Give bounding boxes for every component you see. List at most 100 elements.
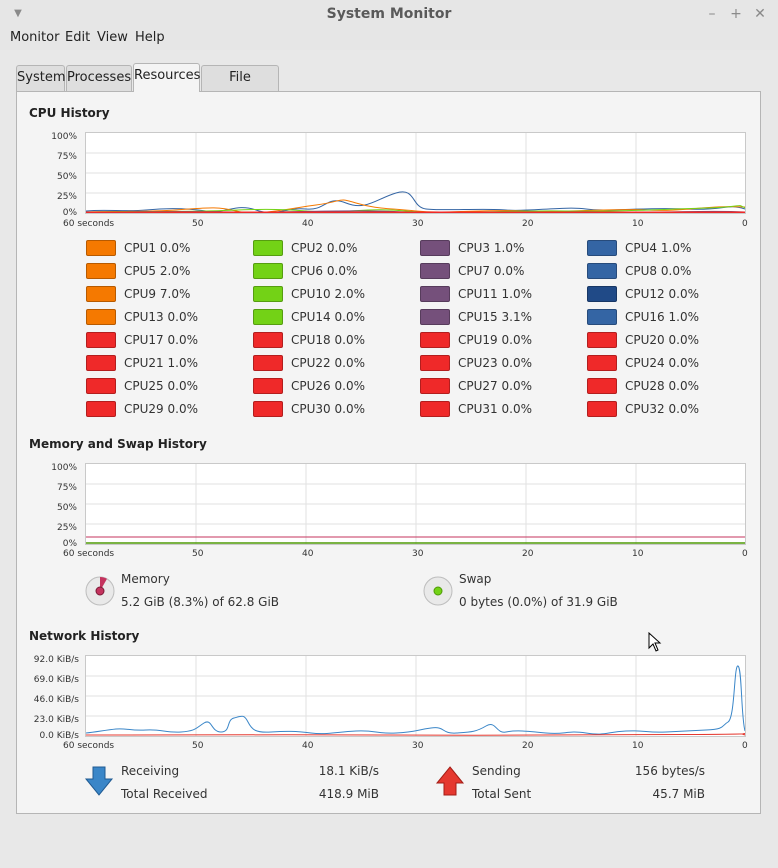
memory-y-label: 75% [56, 483, 77, 493]
cpu-x-label: 0 [742, 219, 748, 229]
cpu-value: 0.0% [668, 356, 700, 370]
cpu-name: CPU4 [625, 241, 658, 255]
cpu-name: CPU31 [458, 402, 498, 416]
cpu-usage-label: CPU23 0.0% [458, 356, 532, 370]
cpu-color-swatch[interactable] [587, 240, 617, 256]
cpu-usage-label: CPU32 0.0% [625, 402, 699, 416]
cpu-color-swatch[interactable] [420, 332, 450, 348]
cpu-color-swatch[interactable] [86, 332, 116, 348]
cpu-name: CPU32 [625, 402, 665, 416]
cpu-usage-label: CPU6 0.0% [291, 264, 357, 278]
network-x-label: 10 [632, 741, 644, 751]
cpu-color-swatch[interactable] [86, 401, 116, 417]
cpu-name: CPU18 [291, 333, 331, 347]
cpu-color-swatch[interactable] [587, 286, 617, 302]
cpu-color-swatch[interactable] [420, 286, 450, 302]
cpu-color-swatch[interactable] [587, 401, 617, 417]
cpu-color-swatch[interactable] [420, 401, 450, 417]
cpu-color-swatch[interactable] [86, 240, 116, 256]
cpu-color-swatch[interactable] [587, 332, 617, 348]
cpu-color-swatch[interactable] [587, 355, 617, 371]
swap-pie-icon[interactable] [422, 575, 454, 607]
cpu-name: CPU11 [458, 287, 498, 301]
menu-help[interactable]: Help [133, 30, 167, 45]
tab-processes[interactable]: Processes [66, 65, 132, 91]
cpu-color-swatch[interactable] [587, 263, 617, 279]
receiving-value: 18.1 KiB/s [318, 764, 379, 778]
cpu-name: CPU25 [124, 379, 164, 393]
cpu-color-swatch[interactable] [420, 263, 450, 279]
total-sent-value: 45.7 MiB [652, 787, 705, 801]
cpu-name: CPU29 [124, 402, 164, 416]
receiving-label: Receiving [121, 764, 180, 778]
cpu-color-swatch[interactable] [253, 286, 283, 302]
cpu-name: CPU21 [124, 356, 164, 370]
cpu-color-swatch[interactable] [420, 355, 450, 371]
memory-x-label: 10 [632, 549, 644, 559]
cpu-value: 3.1% [501, 310, 533, 324]
cpu-color-swatch[interactable] [253, 355, 283, 371]
cpu-color-swatch[interactable] [253, 240, 283, 256]
cpu-color-swatch[interactable] [86, 309, 116, 325]
cpu-color-swatch[interactable] [420, 309, 450, 325]
tab-system[interactable]: System [16, 65, 65, 91]
cpu-history-title: CPU History [29, 106, 110, 120]
cpu-name: CPU22 [291, 356, 331, 370]
cpu-value: 0.0% [167, 379, 199, 393]
cpu-usage-label: CPU14 0.0% [291, 310, 365, 324]
cpu-value: 1.0% [493, 241, 525, 255]
cpu-value: 0.0% [326, 264, 358, 278]
tab-file-systems[interactable]: File Systems [201, 65, 279, 109]
cpu-usage-label: CPU20 0.0% [625, 333, 699, 347]
cpu-usage-label: CPU28 0.0% [625, 379, 699, 393]
cpu-name: CPU30 [291, 402, 331, 416]
cpu-name: CPU8 [625, 264, 658, 278]
network-y-label: 23.0 KiB/s [33, 715, 79, 725]
cpu-color-swatch[interactable] [587, 378, 617, 394]
menu-edit[interactable]: Edit [63, 30, 92, 45]
menu-view[interactable]: View [95, 30, 130, 45]
cpu-value: 0.0% [493, 264, 525, 278]
minimize-icon[interactable]: – [704, 6, 720, 22]
cpu-color-swatch[interactable] [420, 378, 450, 394]
cpu-value: 1.0% [660, 241, 692, 255]
cpu-value: 0.0% [668, 287, 700, 301]
network-y-label: 69.0 KiB/s [33, 675, 79, 685]
cpu-usage-label: CPU7 0.0% [458, 264, 524, 278]
cpu-value: 0.0% [167, 402, 199, 416]
sending-arrow-icon[interactable] [435, 765, 465, 797]
cpu-color-swatch[interactable] [253, 332, 283, 348]
cpu-name: CPU2 [291, 241, 324, 255]
tab-resources[interactable]: Resources [133, 63, 200, 92]
cpu-color-swatch[interactable] [86, 355, 116, 371]
window-title: System Monitor [326, 6, 452, 22]
memory-x-label: 0 [742, 549, 748, 559]
cpu-name: CPU5 [124, 264, 157, 278]
cpu-color-swatch[interactable] [86, 263, 116, 279]
cpu-name: CPU23 [458, 356, 498, 370]
network-graph-svg [86, 656, 745, 736]
memory-pie-icon[interactable] [84, 575, 116, 607]
cpu-name: CPU6 [291, 264, 324, 278]
memory-x-label: 60 seconds [63, 549, 115, 559]
total-sent-label: Total Sent [472, 787, 532, 801]
cpu-color-swatch[interactable] [253, 263, 283, 279]
cpu-usage-label: CPU13 0.0% [124, 310, 198, 324]
cpu-color-swatch[interactable] [420, 240, 450, 256]
cpu-name: CPU10 [291, 287, 331, 301]
network-y-label: 46.0 KiB/s [33, 695, 79, 705]
resources-panel: CPU History 100% 75% 50% 25% 0% 60 secon… [16, 91, 761, 814]
total-received-value: 418.9 MiB [318, 787, 379, 801]
cpu-usage-label: CPU30 0.0% [291, 402, 365, 416]
cpu-color-swatch[interactable] [587, 309, 617, 325]
cpu-color-swatch[interactable] [86, 286, 116, 302]
maximize-icon[interactable]: + [728, 6, 744, 22]
cpu-name: CPU9 [124, 287, 157, 301]
cpu-color-swatch[interactable] [253, 401, 283, 417]
receiving-arrow-icon[interactable] [84, 765, 114, 797]
menu-monitor[interactable]: Monitor [8, 30, 61, 45]
cpu-color-swatch[interactable] [253, 309, 283, 325]
cpu-color-swatch[interactable] [253, 378, 283, 394]
close-icon[interactable]: ✕ [752, 6, 768, 22]
cpu-color-swatch[interactable] [86, 378, 116, 394]
